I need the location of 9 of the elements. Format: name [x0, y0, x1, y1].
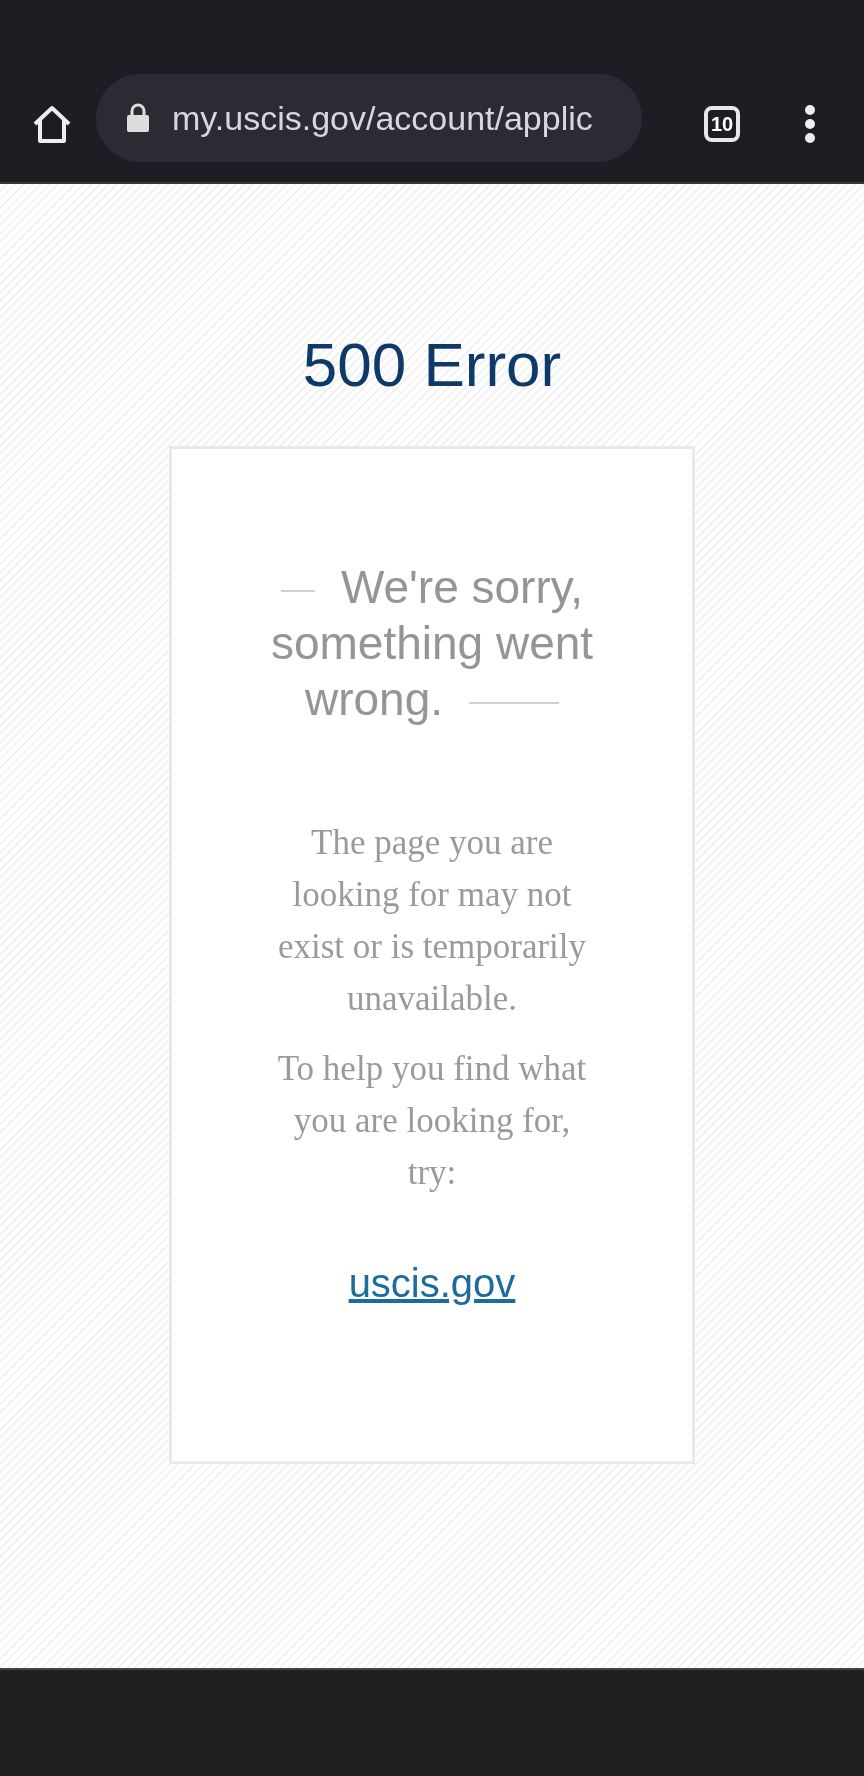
lock-icon: [126, 103, 150, 133]
error-message: The page you are looking for may not exist or is temporarily unavailable.: [276, 822, 588, 1020]
address-bar[interactable]: my.uscis.gov/account/applic: [96, 74, 642, 162]
error-message: To help you find what you are looking for, try:: [276, 1048, 588, 1194]
error-heading: We're sorry, something went wrong.: [269, 560, 595, 727]
home-link[interactable]: uscis.gov: [348, 1261, 516, 1306]
page-title: 500 Error: [302, 334, 562, 396]
tab-switcher-button[interactable]: 10: [704, 106, 740, 142]
menu-icon[interactable]: [804, 104, 816, 144]
